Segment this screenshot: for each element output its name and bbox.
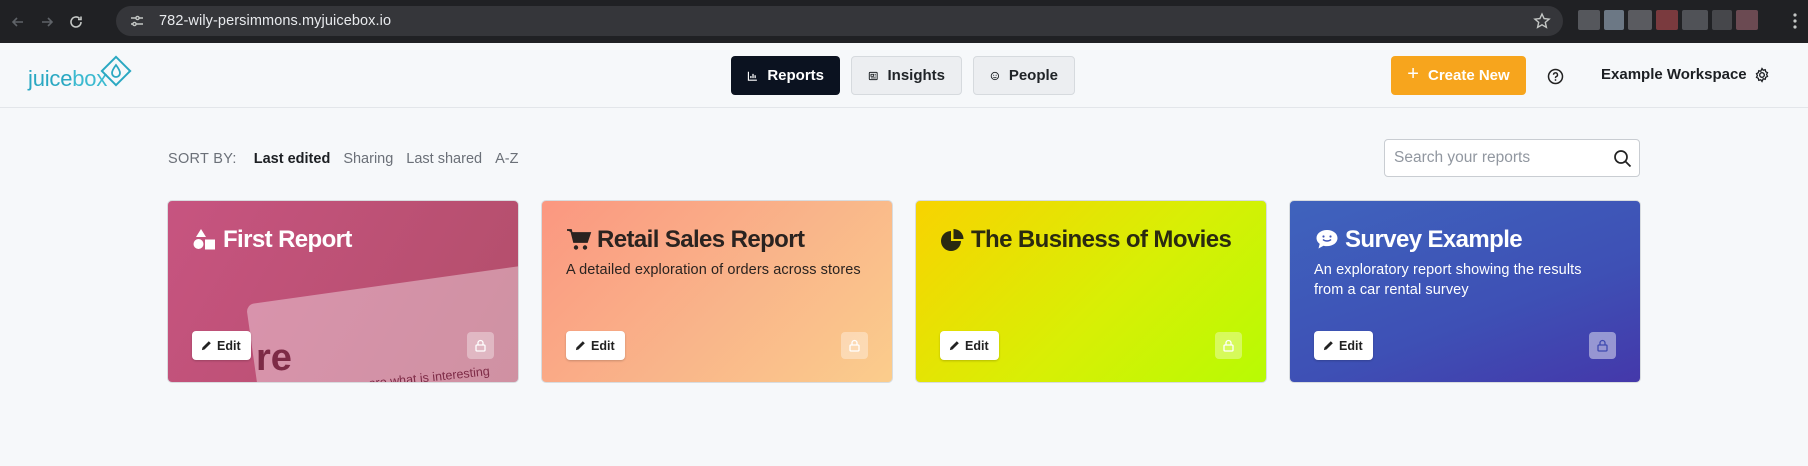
juicebox-logo[interactable]: juicebox	[28, 55, 132, 95]
create-new-button[interactable]: + Create New	[1391, 56, 1526, 95]
search-icon[interactable]	[1613, 149, 1632, 168]
sort-bar: SORT BY: Last edited Sharing Last shared…	[168, 151, 531, 167]
arrow-left-icon	[11, 16, 23, 27]
report-description: A detailed exploration of orders across …	[566, 262, 861, 278]
smiley-icon	[990, 71, 1000, 80]
pencil-icon	[949, 341, 959, 351]
url-text: 782-wily-persimmons.myjuicebox.io	[159, 13, 392, 29]
forward-button[interactable]	[36, 11, 58, 33]
browser-menu-icon[interactable]	[1792, 12, 1798, 30]
gear-icon	[1755, 66, 1769, 83]
back-button[interactable]	[7, 11, 29, 33]
sort-option-a-z[interactable]: A-Z	[495, 151, 518, 167]
preview-text-large: re	[256, 337, 292, 379]
pencil-icon	[1323, 341, 1333, 351]
edit-button[interactable]: Edit	[566, 331, 625, 360]
shopping-cart-icon	[567, 229, 592, 250]
newspaper-icon	[868, 71, 878, 80]
help-icon[interactable]	[1547, 68, 1564, 85]
workspace-name: Example Workspace	[1601, 66, 1747, 83]
arrow-right-icon	[42, 16, 54, 27]
search-input[interactable]	[1394, 148, 1604, 168]
lock-icon	[475, 339, 486, 352]
sort-option-sharing[interactable]: Sharing	[343, 151, 393, 167]
report-title-text: Retail Sales Report	[597, 226, 805, 253]
lock-button[interactable]	[1589, 332, 1616, 359]
lock-icon	[849, 339, 860, 352]
tab-people-label: People	[1008, 67, 1058, 84]
bar-chart-icon	[747, 71, 757, 81]
main-tabs: Reports Insights People	[731, 56, 1075, 95]
browser-toolbar: 782-wily-persimmons.myjuicebox.io	[0, 0, 1808, 43]
report-card-retail-sales[interactable]: Retail Sales Report A detailed explorati…	[541, 200, 893, 383]
lock-button[interactable]	[1215, 332, 1242, 359]
report-description: An exploratory report showing the result…	[1314, 262, 1582, 298]
edit-button-label: Edit	[217, 338, 241, 353]
create-new-label: Create New	[1427, 67, 1510, 84]
edit-button-label: Edit	[1339, 338, 1363, 353]
report-title: Survey Example	[1314, 226, 1523, 254]
edit-button-label: Edit	[591, 338, 615, 353]
pencil-icon	[201, 341, 211, 351]
logo-drop-icon	[100, 55, 132, 87]
edit-button[interactable]: Edit	[940, 331, 999, 360]
reload-icon	[70, 15, 82, 28]
workspace-menu[interactable]: Example Workspace	[1601, 66, 1770, 83]
report-title-text: Survey Example	[1345, 226, 1523, 253]
plus-icon: +	[1407, 63, 1419, 85]
tab-reports[interactable]: Reports	[731, 56, 840, 95]
logo-text-juice: juice	[28, 66, 73, 91]
tab-people[interactable]: People	[973, 56, 1075, 95]
reload-button[interactable]	[65, 11, 87, 33]
tab-insights[interactable]: Insights	[851, 56, 962, 95]
address-bar[interactable]: 782-wily-persimmons.myjuicebox.io	[116, 6, 1563, 36]
lock-icon	[1223, 339, 1234, 352]
search-box	[1384, 139, 1640, 177]
report-title-text: The Business of Movies	[971, 226, 1232, 253]
report-card-survey-example[interactable]: Survey Example An exploratory report sho…	[1289, 200, 1641, 383]
speech-bubble-icon	[1316, 230, 1338, 249]
sort-option-last-edited[interactable]: Last edited	[254, 151, 331, 167]
lock-button[interactable]	[467, 332, 494, 359]
site-settings-icon[interactable]	[128, 12, 146, 30]
report-title: Retail Sales Report	[566, 226, 805, 254]
bookmark-star-icon[interactable]	[1533, 12, 1551, 30]
report-title-text: First Report	[223, 226, 352, 253]
pencil-icon	[575, 341, 585, 351]
app-header: juicebox Reports Insights People + Creat…	[0, 43, 1808, 108]
pie-chart-icon	[941, 229, 964, 251]
sort-by-label: SORT BY:	[168, 151, 237, 167]
edit-button-label: Edit	[965, 338, 989, 353]
lock-icon	[1597, 339, 1608, 352]
shapes-icon	[193, 229, 215, 250]
report-card-business-of-movies[interactable]: The Business of Movies Edit	[915, 200, 1267, 383]
tab-reports-label: Reports	[767, 67, 824, 84]
edit-button[interactable]: Edit	[192, 331, 251, 360]
lock-button[interactable]	[841, 332, 868, 359]
report-title: First Report	[192, 226, 352, 254]
report-card-first-report[interactable]: re ...ore what is interesting First Repo…	[167, 200, 519, 383]
tab-insights-label: Insights	[887, 67, 945, 84]
edit-button[interactable]: Edit	[1314, 331, 1373, 360]
extensions-area[interactable]	[1578, 10, 1778, 32]
report-title: The Business of Movies	[940, 226, 1232, 254]
sort-option-last-shared[interactable]: Last shared	[406, 151, 482, 167]
